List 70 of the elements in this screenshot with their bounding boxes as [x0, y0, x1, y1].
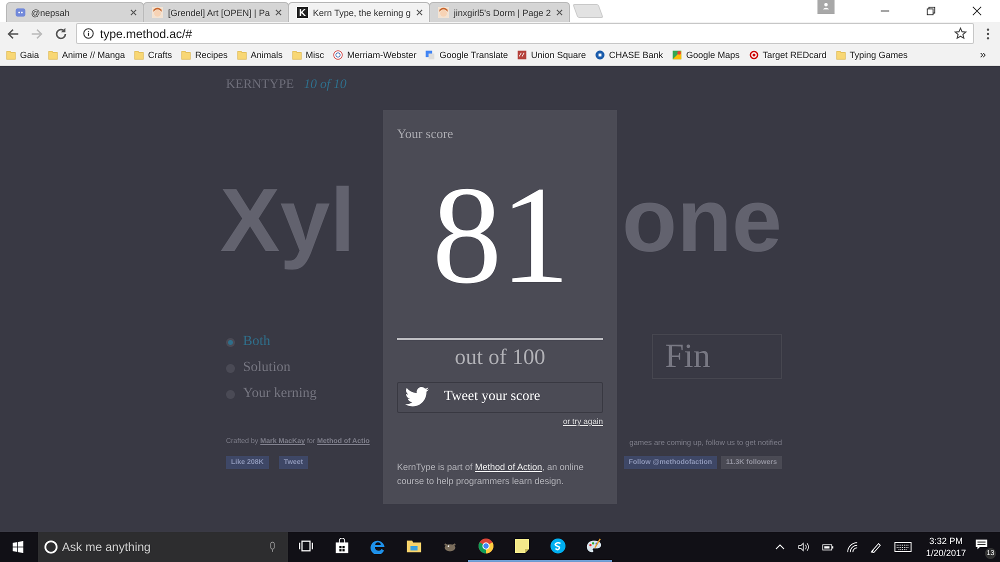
back-icon[interactable]: [6, 26, 20, 40]
avatar-icon: [438, 7, 449, 18]
tweet-score-button[interactable]: Tweet your score: [397, 382, 603, 413]
square-icon: [516, 50, 527, 60]
bookmark[interactable]: Misc: [292, 50, 324, 60]
browser-tab[interactable]: jinxgirl5's Dorm | Page 2: [428, 2, 570, 22]
folder-icon: [236, 50, 247, 60]
progress-counter: 10 of 10: [304, 76, 347, 92]
translate-icon: [425, 50, 436, 60]
avatar-icon: [152, 7, 163, 18]
bookmark[interactable]: Crafts: [134, 50, 172, 60]
bird-icon: [404, 386, 430, 408]
wifi-icon[interactable]: [846, 541, 858, 553]
score-number: 81: [431, 166, 569, 306]
chrome-icon: [478, 538, 494, 554]
chat-icon: [15, 7, 26, 18]
bookmark[interactable]: Animals: [236, 50, 283, 60]
folder-icon: [406, 538, 422, 554]
folder-icon: [181, 50, 192, 60]
more-bookmarks-button[interactable]: »: [980, 49, 986, 61]
sticky-note-icon: [514, 538, 530, 554]
keyboard-icon[interactable]: [894, 541, 912, 553]
task-view-icon: [298, 538, 314, 554]
course-note: KernType is part of Method of Action, an online course to help programmers learn design.: [397, 461, 585, 488]
bookmark[interactable]: Google Maps: [672, 50, 740, 60]
map-icon: [672, 50, 682, 60]
bookmark[interactable]: Recipes: [181, 50, 228, 60]
palette-icon: [586, 538, 602, 554]
star-icon[interactable]: [954, 27, 967, 40]
score-total: out of 100: [454, 344, 546, 370]
close-icon[interactable]: [416, 9, 423, 16]
bookmark[interactable]: Anime // Manga: [48, 50, 126, 60]
edge-icon: [370, 538, 386, 554]
clock[interactable]: 3:32 PM 1/20/2017: [926, 535, 966, 559]
folder-icon: [48, 50, 58, 60]
browser-tab[interactable]: [Grendel] Art [OPEN] | Pa: [143, 2, 289, 22]
reload-icon[interactable]: [54, 26, 68, 40]
bookmark[interactable]: Union Square: [516, 50, 586, 60]
target-icon: [748, 50, 759, 60]
kerntype-logo-icon: [296, 7, 308, 18]
notification-icon[interactable]: [975, 538, 988, 551]
shopping-bag-icon: [334, 538, 350, 554]
bookmark[interactable]: Gaia: [6, 50, 40, 60]
circle-icon: [44, 540, 58, 554]
close-icon[interactable]: [972, 6, 982, 16]
bookmark[interactable]: Merriam-Webster: [333, 50, 416, 60]
dialog-heading: Your score: [397, 126, 454, 142]
browser-tab[interactable]: @nepsah: [6, 2, 144, 22]
browser-tab[interactable]: Kern Type, the kerning g: [288, 2, 430, 22]
course-link[interactable]: Method of Action: [475, 462, 542, 472]
seal-icon: [333, 50, 344, 60]
search-field[interactable]: Ask me anything: [38, 532, 288, 562]
pen-icon[interactable]: [870, 541, 882, 553]
address-bar[interactable]: type.method.ac/#: [76, 23, 974, 44]
start-icon[interactable]: [12, 541, 24, 553]
folder-icon: [134, 50, 144, 60]
try-again-link[interactable]: or try again: [562, 417, 603, 426]
bookmark[interactable]: Target REDcard: [748, 50, 827, 60]
microphone-icon[interactable]: [269, 541, 276, 553]
restore-icon[interactable]: [926, 6, 936, 16]
menu-icon[interactable]: [986, 28, 990, 40]
skype-icon: [550, 538, 566, 554]
folder-icon: [6, 50, 16, 60]
folder-icon: [836, 50, 846, 60]
bookmark[interactable]: Google Translate: [425, 50, 508, 60]
bookmark[interactable]: Typing Games: [836, 50, 908, 60]
bookmark[interactable]: CHASE Bank: [595, 50, 664, 60]
folder-icon: [292, 50, 302, 60]
volume-icon[interactable]: [798, 541, 810, 553]
info-icon: [83, 28, 94, 39]
